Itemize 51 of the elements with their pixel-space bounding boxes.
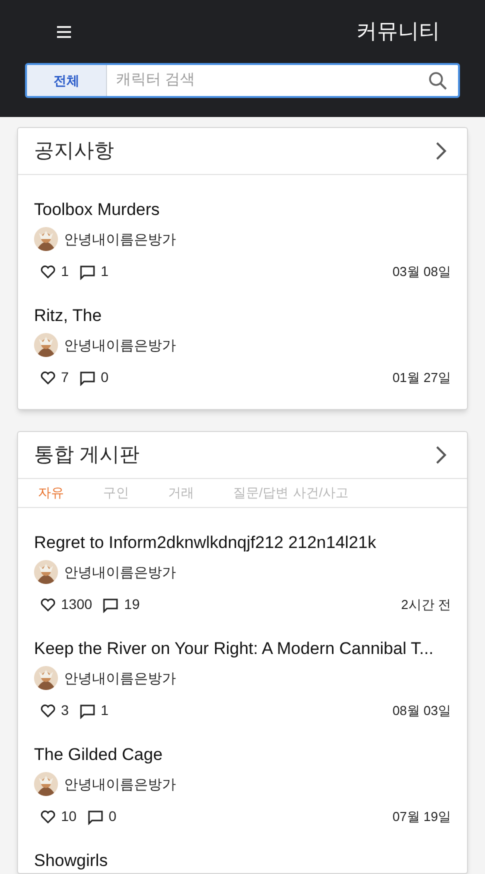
menu-icon[interactable] [56, 25, 72, 39]
heart-icon [40, 596, 56, 612]
avatar [34, 560, 58, 584]
avatar [34, 772, 58, 796]
scope-selector[interactable]: 전체 [27, 65, 107, 96]
section-title: 공지사항 [34, 139, 114, 164]
avatar [34, 666, 58, 690]
comment-count: 0 [108, 807, 116, 826]
comment-count: 19 [124, 595, 140, 614]
post-title[interactable]: Toolbox Murders [34, 197, 451, 221]
comment-count: 0 [100, 368, 109, 387]
post-title[interactable]: Showgirls [34, 848, 451, 872]
comment-count: 1 [100, 262, 109, 281]
like-count: 3 [61, 701, 69, 720]
post-title[interactable]: Keep the River on Your Right: A Modern Cannibal T... [34, 636, 451, 660]
search-field[interactable]: 전체 캐릭터 검색 [25, 63, 460, 98]
like-count: 1 [61, 262, 69, 281]
author-name: 안녕내이름은방가 [64, 774, 176, 794]
comment-icon [78, 370, 96, 386]
comment-icon [78, 264, 96, 280]
heart-icon [40, 702, 56, 718]
comment-icon [86, 808, 104, 824]
avatar [34, 227, 58, 251]
post-title[interactable]: The Gilded Cage [34, 742, 451, 766]
avatar [34, 333, 58, 357]
comment-count: 1 [100, 701, 109, 720]
like-count: 7 [61, 368, 69, 387]
post-date: 03월 08일 [392, 262, 451, 281]
author-name: 안녕내이름은방가 [64, 668, 176, 688]
heart-icon [40, 264, 56, 280]
author-name: 안녕내이름은방가 [64, 336, 176, 354]
heart-icon [40, 370, 56, 386]
heart-icon [40, 808, 56, 824]
post-date: 07월 19일 [392, 808, 451, 826]
page-title: 커뮤니티 [356, 19, 440, 46]
search-icon[interactable] [428, 70, 448, 90]
like-count: 1300 [61, 595, 92, 614]
comment-icon [102, 596, 120, 612]
post-title[interactable]: Regret to Inform2dknwlkdnqjf212 212n14l21k [34, 530, 451, 554]
post-date: 01월 27일 [392, 368, 451, 387]
comment-icon [78, 702, 96, 718]
post-date: 08월 03일 [392, 702, 451, 720]
author-name: 안녕내이름은방가 [64, 562, 176, 582]
author-name: 안녕내이름은방가 [64, 230, 176, 248]
post-title[interactable]: Ritz, The [34, 303, 451, 327]
category-tab[interactable]: 자유 [38, 483, 103, 503]
chevron-right-icon[interactable] [435, 445, 447, 465]
like-count: 10 [61, 807, 77, 826]
section-title: 통합 게시판 [34, 443, 140, 468]
chevron-right-icon[interactable] [435, 141, 447, 161]
post-date: 2시간 전 [401, 596, 451, 614]
